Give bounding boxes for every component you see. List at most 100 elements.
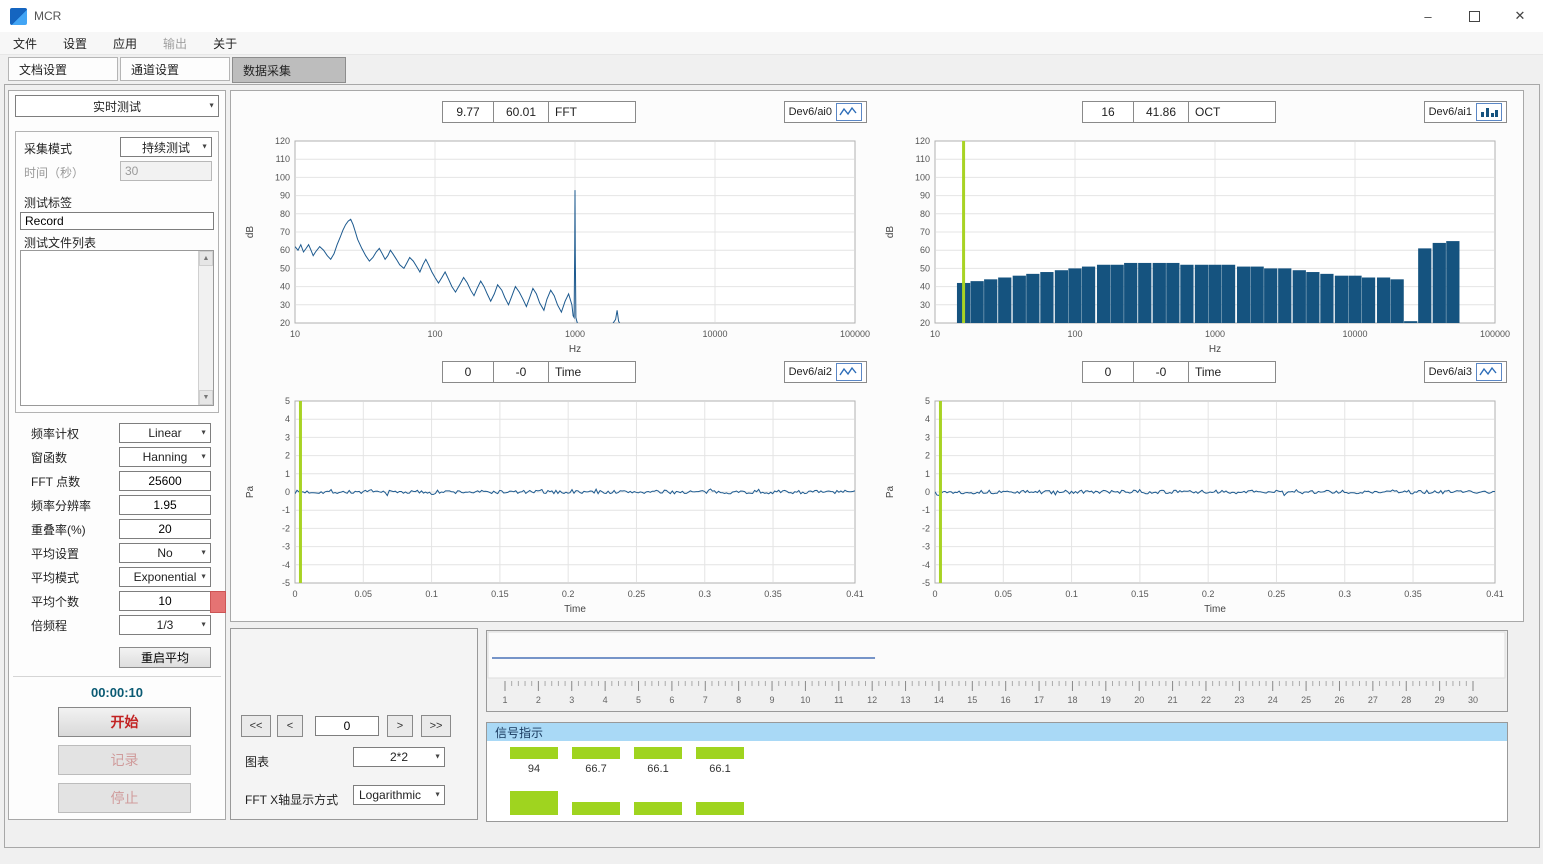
minimize-button[interactable]: – bbox=[1405, 0, 1451, 32]
menu-settings[interactable]: 设置 bbox=[50, 35, 100, 52]
chart-panel-oct: 16 41.86 OCT Dev6/ai1 203040506070809010… bbox=[877, 95, 1517, 359]
svg-text:21: 21 bbox=[1168, 695, 1178, 705]
freq-resolution-input[interactable] bbox=[119, 495, 211, 515]
cursor-y-readout: 60.01 bbox=[493, 101, 549, 123]
level-bar-ch0 bbox=[510, 791, 558, 815]
avg-mode-label: 平均模式 bbox=[31, 569, 79, 586]
svg-text:100: 100 bbox=[427, 329, 442, 339]
test-file-list[interactable]: ▲ ▼ bbox=[20, 250, 214, 406]
scroll-down-icon[interactable]: ▼ bbox=[199, 390, 213, 405]
freq-weighting-select[interactable]: Linear▼ bbox=[119, 423, 211, 443]
level-value-ch3: 66.1 bbox=[696, 763, 744, 775]
channel-select-ai2[interactable]: Dev6/ai2 bbox=[784, 361, 867, 383]
chart-layout-select[interactable]: 2*2▼ bbox=[353, 747, 445, 767]
menu-about[interactable]: 关于 bbox=[200, 35, 250, 52]
avg-mode-select[interactable]: Exponential▼ bbox=[119, 567, 211, 587]
next-page-button[interactable]: > bbox=[387, 715, 413, 737]
oct-plot[interactable]: 2030405060708090100110120101001000100001… bbox=[877, 129, 1517, 357]
time-plot-ai3[interactable]: -5-4-3-2-101234500.050.10.150.20.250.30.… bbox=[877, 389, 1517, 617]
first-page-button[interactable]: << bbox=[241, 715, 271, 737]
file-list-scrollbar[interactable]: ▲ ▼ bbox=[198, 251, 213, 405]
signal-indicator-header: 信号指示 bbox=[487, 723, 1507, 741]
level-bar-ch1 bbox=[572, 802, 620, 815]
svg-text:100: 100 bbox=[915, 172, 930, 182]
svg-text:0.05: 0.05 bbox=[995, 589, 1013, 599]
svg-text:70: 70 bbox=[920, 227, 930, 237]
svg-text:0.15: 0.15 bbox=[1131, 589, 1149, 599]
overlap-input[interactable] bbox=[119, 519, 211, 539]
waveform-icon bbox=[836, 363, 862, 381]
charts-region: 9.77 60.01 FFT Dev6/ai0 2030405060708090… bbox=[230, 90, 1524, 622]
tab-document-settings[interactable]: 文档设置 bbox=[8, 57, 118, 81]
menu-apply[interactable]: 应用 bbox=[100, 35, 150, 52]
restart-average-button[interactable]: 重启平均 bbox=[119, 647, 211, 668]
fft-xaxis-select[interactable]: Logarithmic▼ bbox=[353, 785, 445, 805]
cursor-x-readout: 0 bbox=[442, 361, 494, 383]
timeline-ruler[interactable]: 1234567891011121314151617181920212223242… bbox=[487, 631, 1507, 711]
avg-setting-select[interactable]: No▼ bbox=[119, 543, 211, 563]
scroll-up-icon[interactable]: ▲ bbox=[199, 251, 213, 266]
svg-text:24: 24 bbox=[1268, 695, 1278, 705]
svg-text:0.05: 0.05 bbox=[355, 589, 373, 599]
svg-text:Time: Time bbox=[1204, 604, 1226, 615]
svg-text:-5: -5 bbox=[922, 578, 930, 588]
svg-text:3: 3 bbox=[569, 695, 574, 705]
svg-text:110: 110 bbox=[916, 154, 930, 164]
svg-text:Pa: Pa bbox=[245, 485, 256, 498]
start-button[interactable]: 开始 bbox=[58, 707, 191, 737]
svg-text:100000: 100000 bbox=[840, 329, 870, 339]
window-func-select[interactable]: Hanning▼ bbox=[119, 447, 211, 467]
menu-file[interactable]: 文件 bbox=[0, 35, 50, 52]
acq-mode-label: 采集模式 bbox=[24, 140, 72, 157]
svg-text:Hz: Hz bbox=[1209, 344, 1221, 355]
tab-data-acquisition[interactable]: 数据采集 bbox=[232, 57, 346, 83]
svg-text:1: 1 bbox=[925, 469, 930, 479]
chevron-down-icon: ▼ bbox=[208, 103, 215, 110]
fft-plot[interactable]: 2030405060708090100110120101001000100001… bbox=[237, 129, 877, 357]
record-timeline[interactable]: 1234567891011121314151617181920212223242… bbox=[486, 630, 1508, 712]
channel-name: Dev6/ai2 bbox=[789, 366, 832, 378]
prev-page-button[interactable]: < bbox=[277, 715, 303, 737]
last-page-button[interactable]: >> bbox=[421, 715, 451, 737]
svg-text:-5: -5 bbox=[282, 578, 290, 588]
freq-weighting-label: 频率计权 bbox=[31, 425, 79, 442]
svg-text:60: 60 bbox=[920, 245, 930, 255]
svg-text:10: 10 bbox=[800, 695, 810, 705]
stop-button: 停止 bbox=[58, 783, 191, 813]
sidebar: 实时测试 ▼ 采集模式 持续测试▼ 时间（秒） 测试标签 测试文件列表 ▲ ▼ … bbox=[8, 90, 226, 820]
acq-mode-value: 持续测试 bbox=[142, 139, 190, 156]
channel-select-ai1[interactable]: Dev6/ai1 bbox=[1424, 101, 1507, 123]
avg-count-input[interactable] bbox=[119, 591, 211, 611]
cursor-x-readout: 9.77 bbox=[442, 101, 494, 123]
channel-select-ai3[interactable]: Dev6/ai3 bbox=[1424, 361, 1507, 383]
test-mode-select[interactable]: 实时测试 ▼ bbox=[15, 95, 219, 117]
level-value-ch0: 94 bbox=[510, 763, 558, 775]
tab-channel-settings[interactable]: 通道设置 bbox=[120, 57, 230, 81]
test-mode-value: 实时测试 bbox=[93, 98, 141, 115]
channel-name: Dev6/ai3 bbox=[1429, 366, 1472, 378]
svg-text:8: 8 bbox=[736, 695, 741, 705]
svg-text:-4: -4 bbox=[922, 560, 930, 570]
acq-mode-select[interactable]: 持续测试▼ bbox=[120, 137, 212, 157]
svg-text:0.2: 0.2 bbox=[562, 589, 575, 599]
fft-points-input[interactable] bbox=[119, 471, 211, 491]
chart-type-label: FFT bbox=[548, 101, 636, 123]
test-tag-input[interactable] bbox=[20, 212, 214, 230]
close-button[interactable]: ✕ bbox=[1497, 0, 1543, 32]
svg-text:100: 100 bbox=[1067, 329, 1082, 339]
svg-text:110: 110 bbox=[276, 154, 290, 164]
svg-text:1: 1 bbox=[502, 695, 507, 705]
signal-meter-row-top bbox=[510, 747, 744, 759]
svg-text:4: 4 bbox=[925, 414, 930, 424]
chart-panel-time-ai3: 0 -0 Time Dev6/ai3 -5-4-3-2-101234500.05… bbox=[877, 355, 1517, 619]
octave-select[interactable]: 1/3▼ bbox=[119, 615, 211, 635]
chart-panel-fft: 9.77 60.01 FFT Dev6/ai0 2030405060708090… bbox=[237, 95, 877, 359]
time-plot-ai2[interactable]: -5-4-3-2-101234500.050.10.150.20.250.30.… bbox=[237, 389, 877, 617]
elapsed-timer: 00:00:10 bbox=[9, 685, 225, 700]
maximize-button[interactable] bbox=[1451, 0, 1497, 32]
page-number-input[interactable] bbox=[315, 716, 379, 736]
titlebar: MCR – ✕ bbox=[0, 0, 1543, 33]
channel-select-ai0[interactable]: Dev6/ai0 bbox=[784, 101, 867, 123]
fft-xaxis-value: Logarithmic bbox=[359, 788, 421, 802]
svg-text:6: 6 bbox=[669, 695, 674, 705]
